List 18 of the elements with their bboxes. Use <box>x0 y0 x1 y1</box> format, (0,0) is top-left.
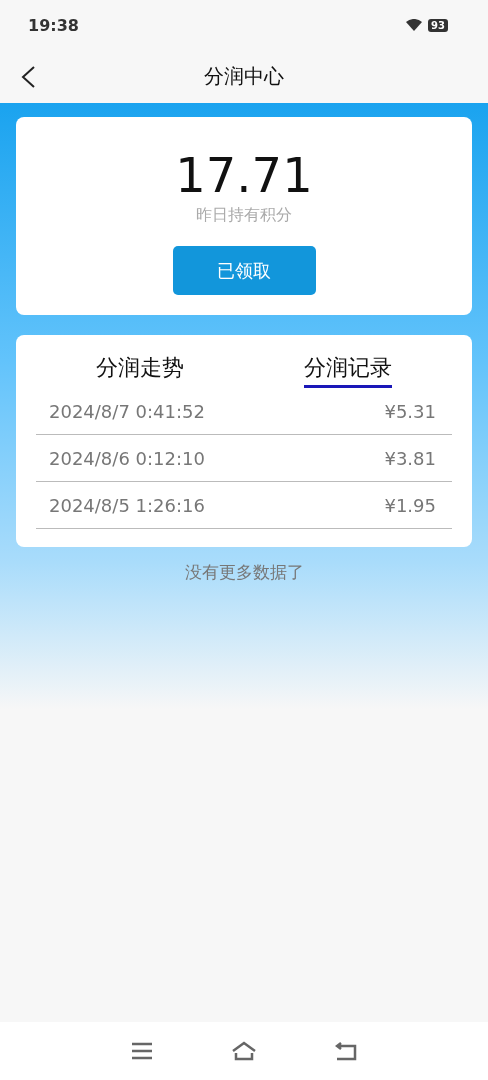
page-title: 分润中心 <box>204 63 284 90</box>
battery-level: 93 <box>428 18 448 32</box>
tab[interactable]: 分润记录 <box>304 351 392 388</box>
tab[interactable]: 分润走势 <box>96 351 184 388</box>
record-amount: ¥3.81 <box>384 447 436 469</box>
wifi-icon <box>406 18 423 32</box>
status-time: 19:38 <box>28 15 79 35</box>
home-icon[interactable] <box>231 1041 257 1061</box>
record-amount: ¥1.95 <box>384 494 436 516</box>
points-label: 昨日持有积分 <box>196 205 292 226</box>
empty-message: 没有更多数据了 <box>184 561 304 584</box>
record-amount: ¥5.31 <box>384 400 436 422</box>
record-time: 2024/8/7 0:41:52 <box>49 400 205 422</box>
record-time: 2024/8/5 1:26:16 <box>49 494 205 516</box>
record-time: 2024/8/6 0:12:10 <box>49 447 205 469</box>
back-icon[interactable] <box>20 65 36 89</box>
points-value: 17.71 <box>175 147 313 203</box>
menu-icon[interactable] <box>131 1042 153 1060</box>
